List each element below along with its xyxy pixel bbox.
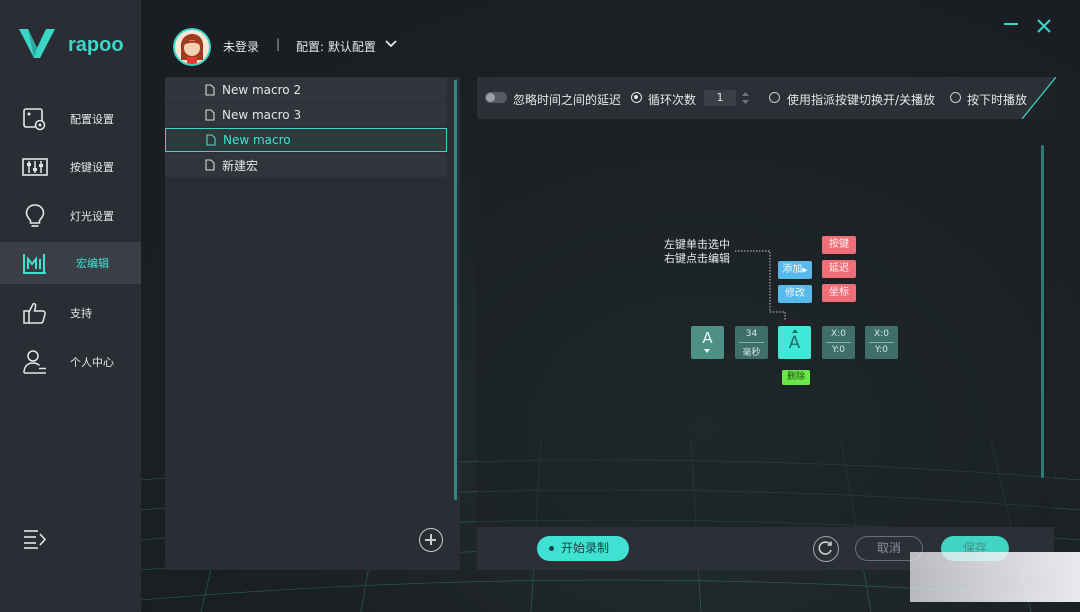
avatar[interactable] <box>173 28 211 66</box>
context-modify-button[interactable]: 修改 <box>778 285 812 303</box>
delete-node-button[interactable]: 删除 <box>782 370 810 385</box>
macro-name: New macro 2 <box>222 83 302 97</box>
delay-value: 34 <box>745 329 758 339</box>
start-recording-button[interactable]: 开始录制 <box>537 536 629 561</box>
macro-list-item[interactable]: New macro 3 <box>165 103 447 127</box>
sidebar-item-label: 按键设置 <box>70 161 114 174</box>
record-label: 开始录制 <box>561 541 610 555</box>
sidebar-item-lighting[interactable]: 灯光设置 <box>0 195 141 237</box>
menu-collapse-icon[interactable] <box>22 528 48 550</box>
macro-list-item-selected[interactable]: New macro <box>165 128 447 152</box>
delay-unit: 毫秒 <box>742 348 761 358</box>
macro-name: 新建宏 <box>222 158 259 173</box>
context-coord-button[interactable]: 坐标 <box>822 284 856 302</box>
document-icon <box>205 84 215 96</box>
watermark-overlay <box>910 552 1080 602</box>
toolbar-corner-decoration <box>1022 77 1056 119</box>
user-icon <box>23 350 46 374</box>
submenu-arrow-icon: ▶ <box>802 266 808 274</box>
coord-y: Y:0 <box>874 345 889 355</box>
macro-node-key[interactable]: A <box>691 326 724 359</box>
add-label: 添加 <box>782 264 803 275</box>
minimize-icon[interactable] <box>1003 22 1019 26</box>
chevron-down-icon[interactable] <box>384 38 398 50</box>
document-icon <box>206 134 216 146</box>
ignore-delay-label: 忽略时间之间的延迟 <box>513 93 622 107</box>
node-divider <box>869 342 894 343</box>
macro-icon <box>23 254 46 274</box>
login-status[interactable]: 未登录 <box>223 38 259 55</box>
sidebar-item-label: 灯光设置 <box>70 210 114 223</box>
sidebar-item-label: 配置设置 <box>70 113 114 126</box>
header-separator: | <box>276 37 281 51</box>
ignore-delay-toggle[interactable] <box>485 92 507 103</box>
toggle-by-key-radio[interactable] <box>769 92 780 103</box>
context-delay-button[interactable]: 延迟 <box>822 260 856 278</box>
macro-name: New macro <box>223 133 291 147</box>
macro-node-coord[interactable]: X:0 Y:0 <box>822 326 855 359</box>
play-while-pressed-label: 按下时播放 <box>967 93 1028 107</box>
toggle-by-key-label: 使用指派按键切换开/关播放 <box>787 93 936 107</box>
avatar-face-icon <box>175 30 209 64</box>
loop-count-radio[interactable] <box>631 92 642 103</box>
brand-name: rapoo <box>68 34 124 56</box>
rapoo-logo: rapoo <box>18 26 128 62</box>
coord-x: X:0 <box>874 329 889 339</box>
macro-node-key-selected[interactable]: A <box>778 326 811 359</box>
coord-y: Y:0 <box>831 345 846 355</box>
sidebar-item-config[interactable]: 配置设置 <box>0 98 141 140</box>
context-key-button[interactable]: 按键 <box>822 236 856 254</box>
loop-count-stepper-icon[interactable] <box>741 90 750 106</box>
play-while-pressed-radio[interactable] <box>950 92 961 103</box>
node-divider <box>739 342 764 343</box>
record-dot-icon <box>549 546 554 551</box>
sidebar-item-label: 个人中心 <box>70 356 114 369</box>
sidebar: rapoo 配置设置 按键设置 灯光设置 宏编辑 支持 个人中心 <box>0 0 141 612</box>
loop-count-label: 循环次数 <box>648 93 697 107</box>
macro-list-item[interactable]: 新建宏 <box>165 153 447 177</box>
sidebar-item-keys[interactable]: 按键设置 <box>0 146 141 188</box>
loop-count-input[interactable]: 1 <box>704 90 736 106</box>
macro-name: New macro 3 <box>222 108 302 122</box>
hint-line-2: 右键点击编辑 <box>664 252 730 265</box>
macro-node-coord[interactable]: X:0 Y:0 <box>865 326 898 359</box>
node-divider <box>826 342 851 343</box>
key-down-arrow-icon <box>704 349 710 353</box>
edit-hint: 左键单击选中 右键点击编辑 <box>664 238 730 266</box>
node-key-label: A <box>788 333 801 353</box>
sliders-icon <box>22 158 48 176</box>
macro-list-scrollbar[interactable] <box>454 80 457 500</box>
bulb-icon <box>25 204 45 227</box>
document-icon <box>205 109 215 121</box>
document-icon <box>205 159 215 171</box>
macro-node-delay[interactable]: 34 毫秒 <box>735 326 768 359</box>
sidebar-item-macro[interactable]: 宏编辑 <box>0 242 141 284</box>
context-add-button[interactable]: 添加▶ <box>778 261 812 279</box>
macro-editor-panel <box>477 77 1054 570</box>
sidebar-item-label: 宏编辑 <box>76 257 109 270</box>
thumbs-up-icon <box>23 302 46 324</box>
config-icon <box>23 108 46 131</box>
v-logo-icon <box>19 29 55 58</box>
sidebar-item-label: 支持 <box>70 307 92 320</box>
editor-scrollbar[interactable] <box>1041 145 1044 478</box>
macro-list-item[interactable]: New macro 2 <box>165 78 447 102</box>
close-icon[interactable] <box>1036 18 1052 34</box>
refresh-icon <box>818 541 832 555</box>
reset-button[interactable] <box>813 536 839 562</box>
hint-line-1: 左键单击选中 <box>664 238 730 251</box>
sidebar-item-profile[interactable]: 个人中心 <box>0 341 141 383</box>
node-key-label: A <box>702 329 713 347</box>
sidebar-item-support[interactable]: 支持 <box>0 292 141 334</box>
profile-selector[interactable]: 配置: 默认配置 <box>296 38 376 55</box>
add-macro-button[interactable] <box>419 528 443 552</box>
coord-x: X:0 <box>831 329 846 339</box>
